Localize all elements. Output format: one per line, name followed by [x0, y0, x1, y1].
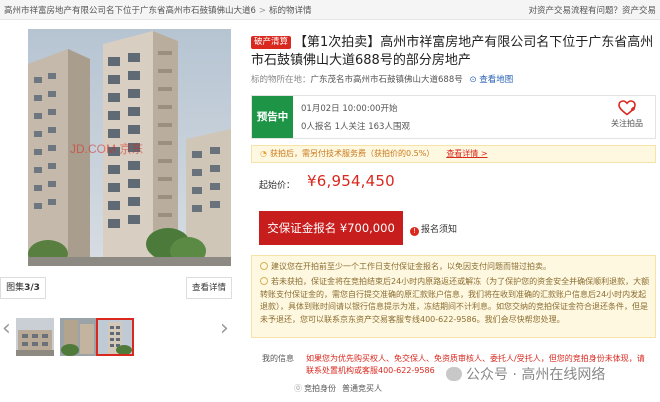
thumbnail-2[interactable] [60, 318, 98, 356]
service-fee-text: 获拍后，需另付技术服务费（获拍价的0.5%） [269, 149, 435, 158]
view-photo-detail-button[interactable]: 查看详情 [186, 277, 232, 299]
thumbnail-1-image [16, 318, 54, 356]
photo-watermark: JD.COM 京东 [70, 142, 143, 156]
registration-notice-label: 报名须知 [421, 225, 458, 235]
watermark-text: 公众号 · 高州在线网络 [466, 367, 606, 383]
notice-refund: 若未获拍，保证金将在竞拍结束后24小时内原路返还或解冻（为了保护您的资金安全并确… [260, 276, 652, 326]
top-bar: 高州市祥富房地产有限公司名下位于广东省高州市石鼓镇佛山大道6 > 标的物详情 对资产… [0, 0, 660, 20]
view-map-label: 查看地图 [479, 75, 514, 85]
bidder-identity-value: 普通竞买人 [342, 384, 382, 393]
building-photo: JD.COM 京东 [28, 29, 231, 266]
follow-button[interactable]: 关注拍品 [607, 100, 647, 129]
alert-icon: ! [410, 227, 419, 236]
map-pin-icon: ⊙ [469, 75, 477, 85]
breadcrumb-item-detail[interactable]: 标的物详情 [269, 6, 312, 16]
breadcrumb-item-asset[interactable]: 高州市祥富房地产有限公司名下位于广东省高州市石鼓镇佛山大道6 [4, 6, 256, 16]
notice-refund-text: 若未获拍，保证金将在竞拍结束后24小时内原路返还或解冻（为了保护您的资金安全并确… [260, 277, 650, 324]
fee-detail-link[interactable]: 查看详情 > [446, 149, 487, 158]
tip-icon [260, 277, 268, 285]
notice-pay-early: 建议您在开拍前至少一个工作日支付保证金报名，以免因支付问题而错过拍卖。 [260, 261, 551, 272]
prev-photo-arrow[interactable]: ‹ [2, 318, 11, 340]
notice-pay-early-text: 建议您在开拍前至少一个工作日支付保证金报名，以免因支付问题而错过拍卖。 [271, 262, 551, 271]
service-fee-notice: ◔ 获拍后，需另付技术服务费（获拍价的0.5%） 查看详情 > [251, 145, 656, 163]
main-photo[interactable]: JD.COM 京东 [28, 29, 231, 266]
next-photo-arrow[interactable]: › [220, 318, 229, 340]
location-label: 标的物所在地： [251, 75, 311, 85]
wechat-icon [446, 367, 462, 381]
bidder-identity: ⓪ 竞拍身份 普通竞买人 [294, 383, 382, 394]
follow-label: 关注拍品 [611, 119, 643, 128]
tip-icon [260, 262, 268, 270]
start-time: 01月02日 10:00:00开始 [301, 104, 398, 114]
auction-status-box: 预告中 01月02日 10:00:00开始 0人报名 1人关注 163人围观 关… [251, 95, 656, 139]
help-link[interactable]: 对资产交易流程有问题？资产交易 [528, 4, 656, 16]
auction-title: 破产清算 【第1次拍卖】高州市祥富房地产有限公司名下位于广东省高州市石鼓镇佛山大道… [251, 34, 656, 70]
deposit-notices: 建议您在开拍前至少一个工作日支付保证金报名，以免因支付问题而错过拍卖。 若未获拍… [251, 255, 656, 338]
registration-notice-link[interactable]: ! 报名须知 [410, 222, 457, 236]
starting-price-label: 起始价： [259, 181, 296, 191]
album-counter: 图集3/3 [0, 277, 46, 299]
album-label: 图集 [6, 283, 25, 293]
breadcrumb: 高州市祥富房地产有限公司名下位于广东省高州市石鼓镇佛山大道6 > 标的物详情 [4, 4, 312, 16]
auction-stats: 0人报名 1人关注 163人围观 [301, 122, 410, 132]
pay-deposit-register-button[interactable]: 交保证金报名 ¥700,000 [259, 211, 403, 245]
thumbnail-3-selected[interactable] [96, 318, 134, 356]
question-icon: ⓪ [294, 384, 302, 393]
my-info-label: 我的信息 [262, 354, 294, 363]
album-count: 3/3 [24, 283, 40, 293]
breadcrumb-separator: > [258, 6, 267, 16]
bidder-identity-label: 竞拍身份 [304, 384, 336, 393]
thumbnail-1[interactable] [16, 318, 54, 356]
bankrupt-badge: 破产清算 [251, 36, 292, 49]
location-row: 标的物所在地：广东茂名市高州市石鼓镇佛山大道688号 ⊙ 查看地图 [251, 73, 513, 85]
thumbnail-3-image [98, 320, 132, 354]
heart-plus-icon [618, 100, 636, 116]
status-badge: 预告中 [252, 96, 293, 138]
location-value: 广东茂名市高州市石鼓镇佛山大道688号 [310, 75, 463, 85]
wechat-watermark: 公众号 · 高州在线网络 [446, 364, 608, 386]
view-map-link[interactable]: ⊙ 查看地图 [469, 75, 513, 85]
auction-title-text: 【第1次拍卖】高州市祥富房地产有限公司名下位于广东省高州市石鼓镇佛山大道688号… [251, 35, 654, 68]
thumbnail-2-image [60, 318, 98, 356]
starting-price-value: ¥6,954,450 [307, 172, 395, 190]
info-icon: ◔ [260, 149, 267, 158]
